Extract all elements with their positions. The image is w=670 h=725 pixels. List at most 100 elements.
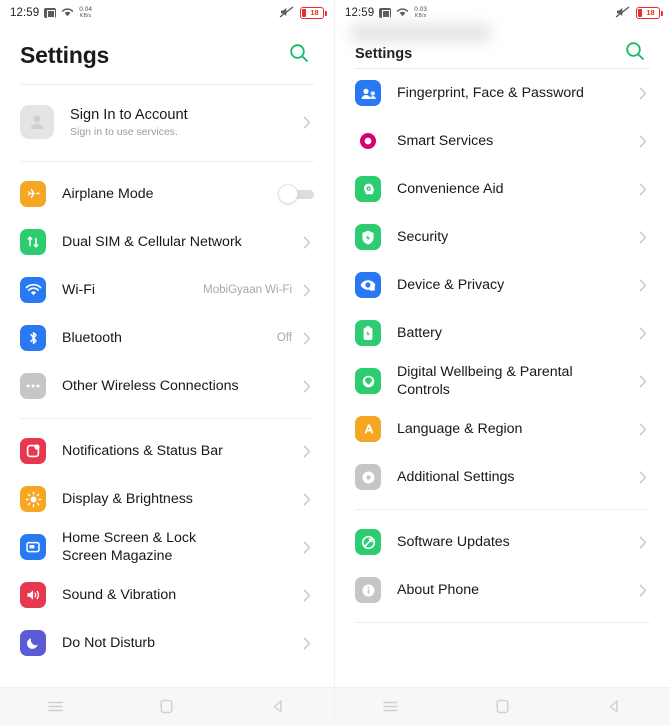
header-right: Settings [335,24,670,68]
chevron-right-icon [636,535,650,549]
group-divider [355,622,650,623]
sidebar-item-label: Notifications & Status Bar [62,442,223,459]
sidebar-item-wifi[interactable]: Wi-Fi MobiGyaan Wi-Fi [0,266,334,314]
navigation-bar-right[interactable] [335,687,670,725]
row-label-group: Bluetooth [62,329,269,347]
sidebar-item-label: Software Updates [397,533,510,550]
scrolled-content-blur [351,24,491,42]
sidebar-item-language-region[interactable]: Language & Region [335,405,670,453]
sidebar-item-label: Display & Brightness [62,490,193,507]
group-divider [20,418,314,419]
privacy-eye-icon [355,272,381,298]
home-button[interactable] [144,693,190,721]
navigation-bar-left[interactable] [0,687,334,725]
sidebar-item-label: Smart Services [397,132,494,149]
speaker-icon [20,582,46,608]
sidebar-item-label: Sound & Vibration [62,586,177,603]
row-label-group: Other Wireless Connections [62,377,292,395]
chevron-right-icon [636,583,650,597]
sidebar-item-label: Home Screen & Lock Screen Magazine [62,529,197,564]
sidebar-item-home-lock-screen[interactable]: Home Screen & Lock Screen Magazine [0,523,334,571]
sidebar-item-about-phone[interactable]: About Phone [335,566,670,614]
sidebar-item-label: Additional Settings [397,468,515,485]
chevron-right-icon [300,235,314,249]
search-icon[interactable] [624,40,650,66]
chevron-right-icon [636,326,650,340]
chevron-right-icon [300,115,314,129]
chevron-right-icon [300,444,314,458]
sidebar-item-label: Convenience Aid [397,180,504,197]
sidebar-item-additional-settings[interactable]: Additional Settings [335,453,670,501]
sidebar-item-smart-services[interactable]: Smart Services [335,117,670,165]
sidebar-item-label: Battery [397,324,442,341]
sidebar-item-display-brightness[interactable]: Display & Brightness [0,475,334,523]
row-label-group: Wi-Fi [62,281,195,299]
sidebar-item-notifications[interactable]: Notifications & Status Bar [0,427,334,475]
status-time: 12:59 [345,7,375,19]
sidebar-item-do-not-disturb[interactable]: Do Not Disturb [0,619,334,667]
wallpaper-icon [20,534,46,560]
screenshot-icon [44,8,57,18]
status-time: 12:59 [10,7,40,19]
sidebar-item-label: Wi-Fi [62,281,96,298]
row-label-group: Home Screen & Lock Screen Magazine [62,529,292,565]
silent-mode-icon [279,5,294,21]
network-speed-indicator: 0.04 KB/s [79,7,92,19]
phone-screen-right: 12:59 0.03 KB/s 18 Settings Fingerprint,… [335,0,670,725]
row-label-group: Convenience Aid [397,180,628,198]
row-label-group: Airplane Mode [62,185,270,203]
account-subtitle: Sign in to use services. [70,126,178,139]
chevron-right-icon [636,134,650,148]
avatar-placeholder-icon [20,105,54,139]
sidebar-item-security[interactable]: Security [335,213,670,261]
moon-icon [20,630,46,656]
sidebar-item-fingerprint-face-password[interactable]: Fingerprint, Face & Password [335,69,670,117]
shield-icon [355,224,381,250]
row-label-group: Sound & Vibration [62,586,292,604]
sidebar-item-label: Fingerprint, Face & Password [397,84,584,101]
status-bar-left-group: 12:59 0.04 KB/s [10,7,92,20]
settings-list-left[interactable]: Sign In to Account Sign in to use servic… [0,85,334,687]
chevron-right-icon [300,331,314,345]
sidebar-item-dual-sim[interactable]: Dual SIM & Cellular Network [0,218,334,266]
sidebar-item-sound-vibration[interactable]: Sound & Vibration [0,571,334,619]
sign-in-account-row[interactable]: Sign In to Account Sign in to use servic… [0,91,334,153]
recents-button[interactable] [368,693,414,721]
sidebar-item-battery[interactable]: Battery [335,309,670,357]
sidebar-item-label: Language & Region [397,420,523,437]
chevron-right-icon [300,379,314,393]
row-label-group: Battery [397,324,628,342]
chevron-right-icon [300,636,314,650]
account-text-group: Sign In to Account Sign in to use servic… [70,106,292,139]
chevron-right-icon [300,283,314,297]
airplane-mode-toggle[interactable] [278,184,314,204]
sidebar-item-device-privacy[interactable]: Device & Privacy [335,261,670,309]
home-button[interactable] [479,693,525,721]
sidebar-item-other-wireless[interactable]: Other Wireless Connections [0,362,334,410]
back-button[interactable] [255,693,301,721]
page-title: Settings [355,46,413,62]
back-button[interactable] [591,693,637,721]
search-icon[interactable] [288,42,314,68]
info-icon [355,577,381,603]
additional-settings-icon [355,464,381,490]
row-label-group: About Phone [397,581,628,599]
settings-list-right[interactable]: Fingerprint, Face & Password Smart Servi… [335,69,670,687]
row-label-group: Software Updates [397,533,628,551]
sidebar-item-bluetooth[interactable]: Bluetooth Off [0,314,334,362]
sidebar-item-label: Other Wireless Connections [62,377,239,394]
sidebar-item-convenience-aid[interactable]: Convenience Aid [335,165,670,213]
dual-screenshot-container: 12:59 0.04 KB/s 18 Settings Sign In to A… [0,0,670,725]
status-bar-right: 12:59 0.03 KB/s 18 [335,0,670,26]
sim-card-icon [20,229,46,255]
row-label-group: Digital Wellbeing & Parental Controls [397,363,628,399]
sidebar-item-airplane-mode[interactable]: Airplane Mode [0,170,334,218]
bluetooth-state-value: Off [276,332,292,344]
network-speed-unit: KB/s [414,12,427,19]
row-label-group: Notifications & Status Bar [62,442,292,460]
recents-button[interactable] [33,693,79,721]
row-label-group: Smart Services [397,132,628,150]
sidebar-item-software-updates[interactable]: Software Updates [335,518,670,566]
sidebar-item-digital-wellbeing[interactable]: Digital Wellbeing & Parental Controls [335,357,670,405]
row-label-group: Additional Settings [397,468,628,486]
